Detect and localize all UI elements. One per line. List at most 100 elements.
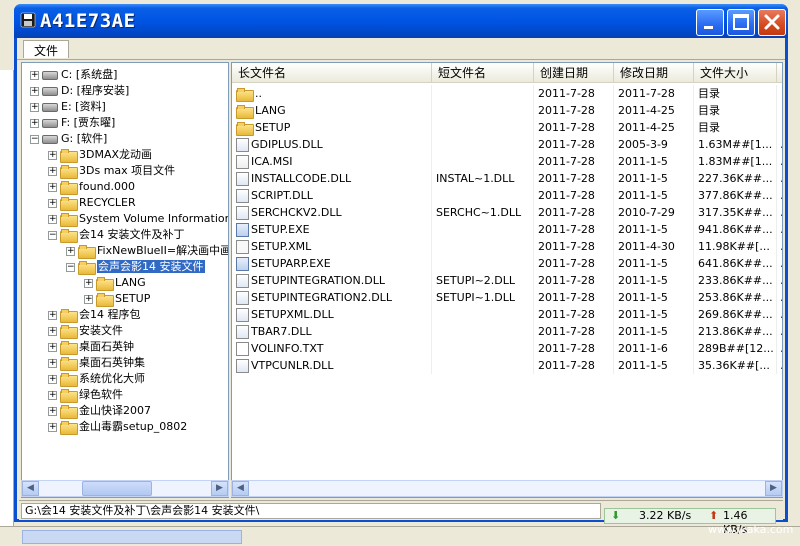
tree-node[interactable]: + 金山毒霸setup_0802 — [48, 419, 187, 435]
expand-icon[interactable]: + — [48, 150, 57, 160]
file-list[interactable]: 长文件名短文件名创建日期修改日期文件大小文 .. 2011-7-28 2011-7-… — [231, 62, 783, 498]
list-horizontal-scrollbar[interactable]: ◀ ▶ — [231, 480, 783, 497]
column-header[interactable]: 文 — [777, 63, 782, 83]
tree-node[interactable]: + RECYCLER — [48, 195, 136, 211]
column-header[interactable]: 创建日期 — [534, 63, 614, 83]
cell-text: 2011-7-28 — [538, 138, 595, 151]
scroll-left-icon[interactable]: ◀ — [232, 481, 249, 496]
tree-node[interactable]: + F: [贾东曜] — [30, 115, 115, 131]
collapse-icon[interactable]: − — [66, 262, 75, 272]
table-row[interactable]: ICA.MSI 2011-7-28 2011-1-5 1.83M##[1... A — [232, 153, 782, 170]
tree-node[interactable]: + SETUP — [84, 291, 150, 307]
collapse-icon[interactable]: − — [48, 230, 57, 240]
expand-icon[interactable]: + — [48, 374, 57, 384]
column-header[interactable]: 修改日期 — [614, 63, 694, 83]
table-row[interactable]: SETUPINTEGRATION.DLL SETUPI~2.DLL 2011-7-2… — [232, 272, 782, 289]
expand-icon[interactable]: + — [48, 326, 57, 336]
tree-node[interactable]: + found.000 — [48, 179, 135, 195]
table-row[interactable]: SETUP 2011-7-28 2011-4-25 目录 — [232, 119, 782, 136]
expand-icon[interactable]: + — [48, 214, 57, 224]
cell-text: 2011-4-25 — [618, 104, 675, 117]
table-row[interactable]: SERCHCKV2.DLL SERCHC~1.DLL 2011-7-28 2010-7… — [232, 204, 782, 221]
collapse-icon[interactable]: − — [30, 134, 39, 144]
column-header[interactable]: 短文件名 — [432, 63, 534, 83]
minimize-button[interactable] — [696, 9, 724, 36]
tree-node[interactable]: + LANG — [84, 275, 146, 291]
table-row[interactable]: VOLINFO.TXT 2011-7-28 2011-1-6 289B##[12...… — [232, 340, 782, 357]
tree-horizontal-scrollbar[interactable]: ◀ ▶ — [21, 480, 229, 497]
tree-node[interactable]: + 系统优化大师 — [48, 371, 145, 387]
tree-node[interactable]: − G: [软件] — [30, 131, 107, 147]
cell-text: SETUPI~2.DLL — [436, 274, 516, 287]
cell-short — [432, 187, 534, 204]
expand-icon[interactable]: + — [48, 310, 57, 320]
tree-node[interactable]: + E: [资料] — [30, 99, 106, 115]
expand-icon[interactable]: + — [48, 422, 57, 432]
expand-icon[interactable]: + — [84, 294, 93, 304]
expand-icon[interactable]: + — [30, 70, 39, 80]
expand-icon[interactable]: + — [30, 118, 39, 128]
expand-icon[interactable]: + — [48, 182, 57, 192]
folder-tree[interactable]: + C: [系统盘] + D: [程序安装] + E: [资料] + F: [贾东曜] − G: … — [21, 62, 229, 498]
cell-text: 2011-7-28 — [538, 104, 595, 117]
expand-icon[interactable]: + — [66, 246, 75, 256]
cell-attr — [777, 119, 782, 136]
tree-node[interactable]: + FixNewBlueII=解决画中画 — [66, 243, 228, 259]
table-row[interactable]: INSTALLCODE.DLL INSTAL~1.DLL 2011-7-28 2011… — [232, 170, 782, 187]
tree-node[interactable]: + 绿色软件 — [48, 387, 123, 403]
folder-icon — [60, 373, 78, 387]
expand-icon[interactable]: + — [48, 342, 57, 352]
tree-node[interactable]: + 金山快译2007 — [48, 403, 151, 419]
tree-node[interactable]: + 桌面石英钟集 — [48, 355, 145, 371]
tree-node[interactable]: + 安装文件 — [48, 323, 123, 339]
tree-node[interactable]: + 桌面石英钟 — [48, 339, 134, 355]
expand-icon[interactable]: + — [48, 358, 57, 368]
scroll-left-icon[interactable]: ◀ — [22, 481, 39, 496]
cell-short — [432, 357, 534, 374]
table-row[interactable]: SETUPARP.EXE 2011-7-28 2011-1-5 641.86K##..… — [232, 255, 782, 272]
cell-text: TBAR7.DLL — [251, 325, 312, 338]
table-row[interactable]: VTPCUNLR.DLL 2011-7-28 2011-1-5 35.36K##[..… — [232, 357, 782, 374]
table-row[interactable]: GDIPLUS.DLL 2011-7-28 2005-3-9 1.63M##[1...… — [232, 136, 782, 153]
tree-node[interactable]: +3DMAX龙动画 — [48, 147, 152, 163]
background-scrollbar[interactable] — [22, 530, 242, 544]
cell-text: 2011-1-5 — [618, 308, 668, 321]
table-row[interactable]: SETUPINTEGRATION2.DLL SETUPI~1.DLL 2011-7-… — [232, 289, 782, 306]
tree-node[interactable]: + D: [程序安装] — [30, 83, 129, 99]
table-row[interactable]: TBAR7.DLL 2011-7-28 2011-1-5 213.86K##... A — [232, 323, 782, 340]
expand-icon[interactable]: + — [48, 166, 57, 176]
close-button[interactable] — [758, 9, 786, 36]
tree-node[interactable]: + System Volume Information — [48, 211, 228, 227]
table-row[interactable]: LANG 2011-7-28 2011-4-25 目录 — [232, 102, 782, 119]
scroll-right-icon[interactable]: ▶ — [211, 481, 228, 496]
scroll-right-icon[interactable]: ▶ — [765, 481, 782, 496]
cell-text: 2011-7-28 — [538, 325, 595, 338]
dll-file-icon — [236, 325, 249, 339]
file-explorer-window: A41E73AE 文件 + C: [系统盘] + D: [程序安装] + E: [资料] +… — [14, 4, 788, 522]
column-header[interactable]: 文件大小 — [694, 63, 777, 83]
table-row[interactable]: SETUP.XML 2011-7-28 2011-4-30 11.98K##[... A — [232, 238, 782, 255]
expand-icon[interactable]: + — [84, 278, 93, 288]
title-bar[interactable]: A41E73AE — [14, 4, 788, 38]
expand-icon[interactable]: + — [48, 198, 57, 208]
table-row[interactable]: SETUP.EXE 2011-7-28 2011-1-5 941.86K##... A — [232, 221, 782, 238]
scroll-thumb[interactable] — [82, 481, 152, 496]
tree-node[interactable]: +3Ds max 项目文件 — [48, 163, 175, 179]
expand-icon[interactable]: + — [48, 406, 57, 416]
tree-node[interactable]: − 会14 安装文件及补丁 — [48, 227, 185, 243]
table-row[interactable]: .. 2011-7-28 2011-7-28 目录 — [232, 85, 782, 102]
tree-node[interactable]: − 会声会影14 安装文件 — [66, 259, 205, 275]
expand-icon[interactable]: + — [30, 102, 39, 112]
expand-icon[interactable]: + — [48, 390, 57, 400]
expand-icon[interactable]: + — [30, 86, 39, 96]
drive-icon — [42, 70, 58, 80]
tree-node[interactable]: + C: [系统盘] — [30, 67, 117, 83]
folder-icon — [60, 389, 78, 403]
cell-modified: 2011-1-5 — [614, 255, 694, 272]
tree-node[interactable]: + 会14 程序包 — [48, 307, 141, 323]
menu-file[interactable]: 文件 — [23, 40, 70, 58]
maximize-button[interactable] — [727, 9, 755, 36]
column-header[interactable]: 长文件名 — [232, 63, 432, 83]
table-row[interactable]: SCRIPT.DLL 2011-7-28 2011-1-5 377.86K##... A — [232, 187, 782, 204]
table-row[interactable]: SETUPXML.DLL 2011-7-28 2011-1-5 269.86K##..… — [232, 306, 782, 323]
